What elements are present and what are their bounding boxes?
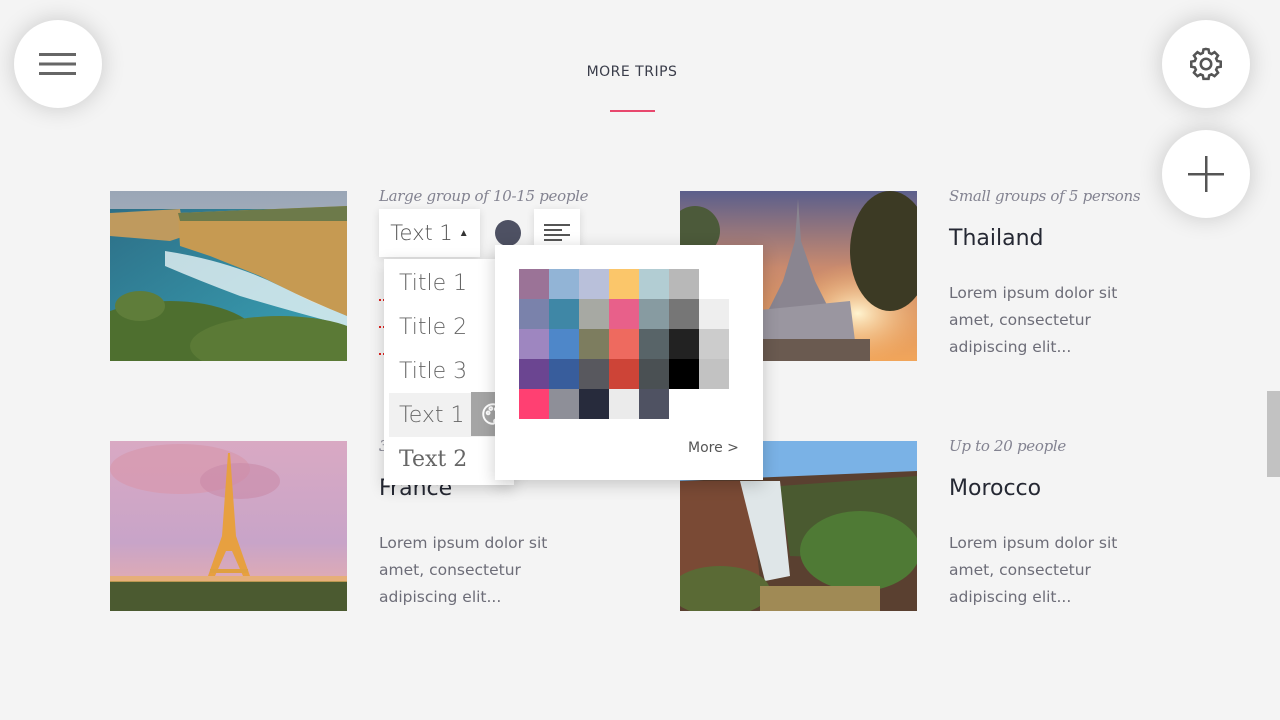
color-swatch[interactable] bbox=[579, 299, 609, 329]
color-swatch[interactable] bbox=[639, 269, 669, 299]
color-swatch[interactable] bbox=[699, 299, 729, 329]
add-button[interactable] bbox=[1162, 130, 1250, 218]
trip-tag: Up to 20 people bbox=[949, 437, 1066, 455]
color-swatch[interactable] bbox=[699, 359, 729, 389]
trip-image[interactable] bbox=[110, 441, 347, 611]
color-swatch[interactable] bbox=[669, 299, 699, 329]
section-title: MORE TRIPS bbox=[586, 64, 678, 80]
color-swatch[interactable] bbox=[549, 329, 579, 359]
trip-name[interactable]: Thailand bbox=[949, 226, 1043, 251]
color-swatch[interactable] bbox=[639, 299, 669, 329]
color-swatch[interactable] bbox=[519, 329, 549, 359]
color-swatch[interactable] bbox=[609, 389, 639, 419]
color-swatch[interactable] bbox=[579, 329, 609, 359]
style-option-text-2[interactable]: Text 2 bbox=[389, 437, 509, 481]
color-swatch[interactable] bbox=[609, 359, 639, 389]
color-swatch[interactable] bbox=[579, 389, 609, 419]
color-picker-popup: More > bbox=[495, 245, 763, 480]
color-swatch[interactable] bbox=[519, 389, 549, 419]
current-color-swatch bbox=[494, 220, 521, 246]
text-style-value: Text 1 bbox=[390, 221, 453, 245]
color-swatch[interactable] bbox=[579, 359, 609, 389]
color-swatch[interactable] bbox=[669, 359, 699, 389]
style-option-title-2[interactable]: Title 2 bbox=[389, 305, 509, 349]
style-option-title-1[interactable]: Title 1 bbox=[389, 261, 509, 305]
style-option-title-3[interactable]: Title 3 bbox=[389, 349, 509, 393]
eiffel-tower-photo bbox=[110, 441, 347, 611]
color-swatch[interactable] bbox=[639, 359, 669, 389]
color-swatch[interactable] bbox=[549, 389, 579, 419]
plus-icon bbox=[1188, 156, 1224, 192]
color-swatch[interactable] bbox=[519, 299, 549, 329]
caret-up-icon: ▲ bbox=[458, 227, 469, 239]
trip-tag: Large group of 10-15 people bbox=[379, 187, 589, 205]
color-swatch[interactable] bbox=[639, 329, 669, 359]
color-swatch[interactable] bbox=[699, 329, 729, 359]
color-swatch[interactable] bbox=[549, 269, 579, 299]
more-colors-link[interactable]: More > bbox=[688, 440, 739, 456]
trip-name[interactable]: Morocco bbox=[949, 476, 1041, 501]
trip-image[interactable] bbox=[110, 191, 347, 361]
color-swatch[interactable] bbox=[639, 389, 669, 419]
trip-description: Lorem ipsum dolor sit amet, consectetur … bbox=[949, 284, 1118, 356]
align-left-icon bbox=[544, 224, 570, 241]
color-swatch[interactable] bbox=[549, 299, 579, 329]
title-underline bbox=[610, 110, 655, 112]
color-swatch[interactable] bbox=[519, 359, 549, 389]
color-swatch[interactable] bbox=[669, 329, 699, 359]
color-swatch[interactable] bbox=[549, 359, 579, 389]
color-swatch[interactable] bbox=[609, 329, 639, 359]
color-swatch[interactable] bbox=[519, 269, 549, 299]
trip-tag: Small groups of 5 persons bbox=[949, 187, 1141, 205]
trip-description: Lorem ipsum dolor sit amet, consectetur … bbox=[379, 534, 548, 606]
text-style-select[interactable]: Text 1 ▲ bbox=[379, 209, 480, 257]
color-swatch[interactable] bbox=[609, 299, 639, 329]
color-swatch[interactable] bbox=[669, 269, 699, 299]
scrollbar-thumb[interactable] bbox=[1267, 391, 1280, 477]
color-swatch[interactable] bbox=[579, 269, 609, 299]
color-swatch[interactable] bbox=[609, 269, 639, 299]
trip-description: Lorem ipsum dolor sit amet, consectetur … bbox=[949, 534, 1118, 606]
coastal-cliffs-photo bbox=[110, 191, 347, 361]
